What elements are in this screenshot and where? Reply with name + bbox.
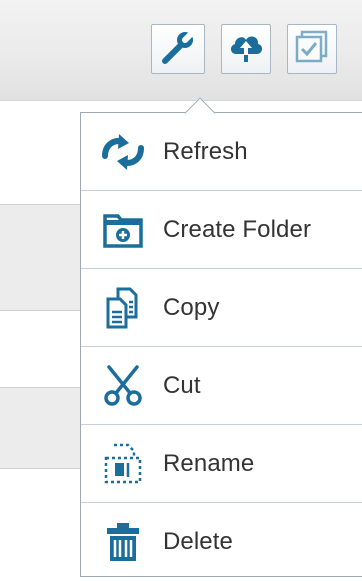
create-folder-icon: [93, 200, 153, 260]
menu-caret: [185, 90, 215, 120]
menu-item-copy[interactable]: Copy: [81, 269, 362, 347]
row-divider: [0, 468, 80, 469]
trash-icon: [93, 512, 153, 572]
wrench-icon: [159, 28, 197, 71]
scissors-icon: [93, 356, 153, 416]
row-divider: [0, 204, 80, 205]
upload-button[interactable]: [221, 24, 271, 74]
copy-icon: [93, 278, 153, 338]
menu-item-rename[interactable]: Rename: [81, 425, 362, 503]
background-row: [0, 388, 80, 468]
menu-item-label: Refresh: [163, 137, 248, 165]
menu-item-label: Create Folder: [163, 215, 312, 243]
menu-item-label: Copy: [163, 293, 220, 321]
menu-item-create-folder[interactable]: Create Folder: [81, 191, 362, 269]
refresh-icon: [93, 122, 153, 182]
tools-dropdown-menu: Refresh Create Folder Copy Cut Rename De…: [80, 112, 362, 577]
select-all-checkbox-icon: [293, 28, 331, 71]
cloud-upload-icon: [227, 28, 265, 71]
menu-item-cut[interactable]: Cut: [81, 347, 362, 425]
rename-icon: [93, 434, 153, 494]
menu-item-label: Rename: [163, 449, 255, 477]
row-divider: [0, 310, 80, 311]
select-all-button[interactable]: [287, 24, 337, 74]
row-divider: [0, 387, 80, 388]
menu-item-delete[interactable]: Delete: [81, 503, 362, 581]
menu-item-label: Cut: [163, 371, 201, 399]
tools-menu-button[interactable]: [151, 24, 205, 74]
menu-item-refresh[interactable]: Refresh: [81, 113, 362, 191]
menu-item-label: Delete: [163, 528, 233, 555]
background-row: [0, 205, 80, 310]
toolbar: [0, 0, 362, 101]
